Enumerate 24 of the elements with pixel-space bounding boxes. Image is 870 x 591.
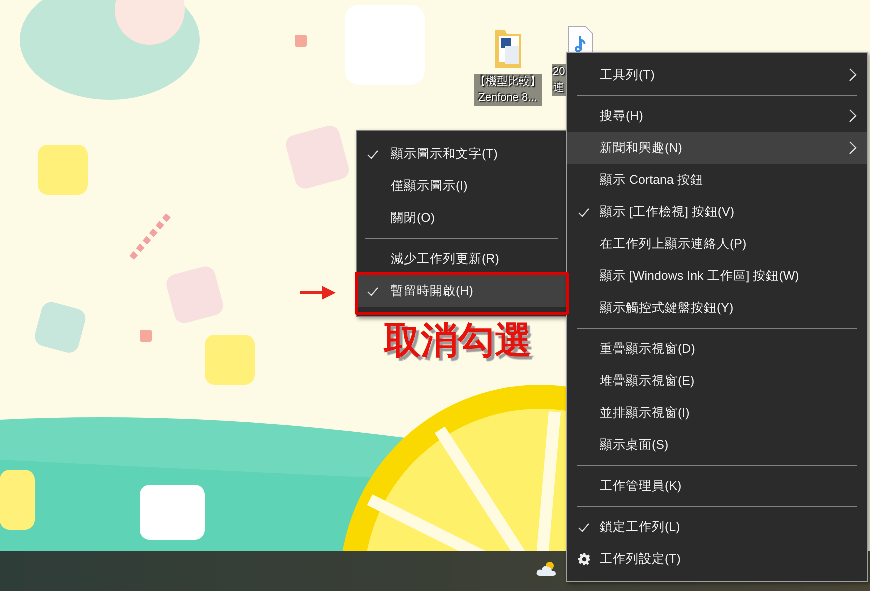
menu-item[interactable]: 顯示觸控式鍵盤按鈕(Y) xyxy=(567,292,867,324)
menu-item[interactable]: 僅顯示圖示(I) xyxy=(357,170,566,202)
menu-item[interactable]: 顯示 Cortana 按鈕 xyxy=(567,164,867,196)
weather-cloud-icon[interactable] xyxy=(536,560,558,578)
menu-item[interactable]: 搜尋(H) xyxy=(567,100,867,132)
menu-item[interactable]: 關閉(O) xyxy=(357,202,566,234)
annotation-text: 取消勾選 xyxy=(384,322,532,359)
menu-item[interactable]: 減少工作列更新(R) xyxy=(357,243,566,275)
menu-item[interactable]: 工作列設定(T) xyxy=(567,543,867,575)
menu-item[interactable]: 鎖定工作列(L) xyxy=(567,511,867,543)
menu-item[interactable]: 並排顯示視窗(I) xyxy=(567,397,867,429)
menu-item[interactable]: 工具列(T) xyxy=(567,59,867,91)
menu-item[interactable]: 工作管理員(K) xyxy=(567,470,867,502)
menu-item[interactable]: 顯示桌面(S) xyxy=(567,429,867,461)
menu-item[interactable]: 暫留時開啟(H) xyxy=(357,275,566,307)
menu-item[interactable]: 重疊顯示視窗(D) xyxy=(567,333,867,365)
menu-item[interactable]: 顯示 [Windows Ink 工作區] 按鈕(W) xyxy=(567,260,867,292)
menu-item[interactable]: 顯示 [工作檢視] 按鈕(V) xyxy=(567,196,867,228)
settings-icon xyxy=(578,553,591,566)
menu-item[interactable]: 顯示圖示和文字(T) xyxy=(357,138,566,170)
menu-item[interactable]: 堆疊顯示視窗(E) xyxy=(567,365,867,397)
arrow-icon xyxy=(300,286,336,300)
menu-item[interactable]: 在工作列上顯示連絡人(P) xyxy=(567,228,867,260)
menu-item[interactable]: 新聞和興趣(N) xyxy=(567,132,867,164)
